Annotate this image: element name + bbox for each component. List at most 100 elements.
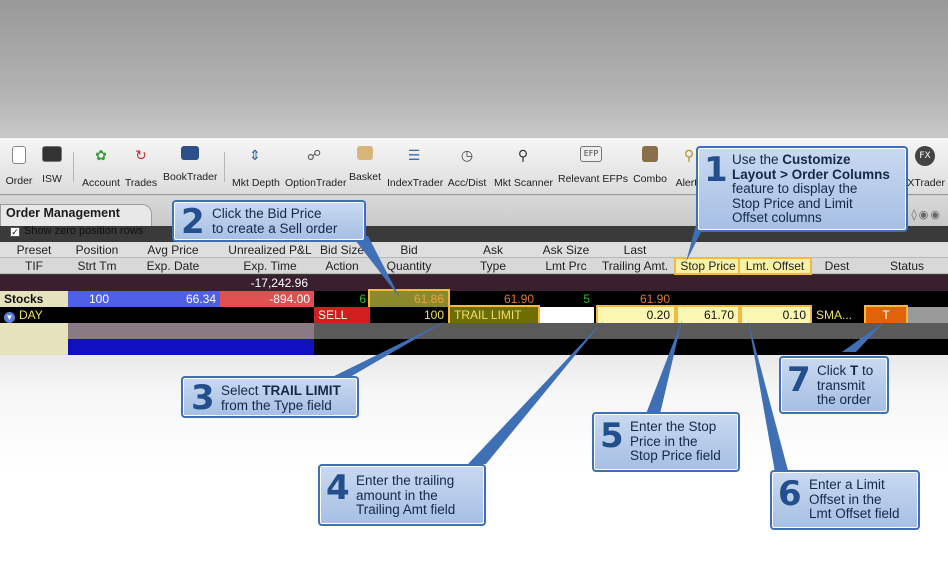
toolbar-separator <box>73 152 74 182</box>
callout-2-text: Click the Bid Price to create a Sell ord… <box>212 206 338 236</box>
toolbar-indextrader-button[interactable]: ☰ IndexTrader <box>387 142 443 192</box>
toolbar-mktscanner-button[interactable]: ⚲ Mkt Scanner <box>494 142 553 192</box>
order-type[interactable]: TRAIL LIMIT <box>448 305 540 325</box>
order-status-fill <box>908 307 948 323</box>
col-position[interactable]: Position <box>68 243 126 257</box>
toolbar-accdist-button[interactable]: ◷ Acc/Dist <box>446 142 488 192</box>
col-ask[interactable]: Ask <box>448 243 538 257</box>
col-action[interactable]: Action <box>312 259 372 273</box>
toolbar-booktrader-button[interactable]: BookTrader <box>163 142 217 192</box>
callout-1: 1 Use the Customize Layout > Order Colum… <box>696 146 908 232</box>
header-row-1: Preset Position Avg Price Unrealized P&L… <box>0 242 948 258</box>
callout-7-text: Click T to transmit the order <box>817 363 874 407</box>
empty-row-cell <box>68 323 314 339</box>
scanner-icon: ⚲ <box>517 148 529 164</box>
fx-icon: FX <box>915 146 935 166</box>
order-status-transmit[interactable]: T <box>864 305 908 325</box>
callout-3: 3 Select TRAIL LIMIT from the Type field <box>181 376 359 418</box>
col-bid-size[interactable]: Bid Size <box>312 243 372 257</box>
order-icon <box>12 146 26 164</box>
col-tif[interactable]: TIF <box>0 259 68 273</box>
toolbar-separator <box>224 152 225 182</box>
col-exp-time[interactable]: Exp. Time <box>216 259 324 273</box>
summary-unrealized: -17,242.96 <box>250 276 308 290</box>
stocks-avg-price: 66.34 <box>130 291 220 307</box>
toolbar-account-button[interactable]: ✿ Account <box>80 142 122 192</box>
empty-row-cell <box>68 339 314 355</box>
callout-7: 7 Click T to transmit the order <box>779 356 889 414</box>
option-icon: ☍ <box>306 148 322 164</box>
empty-row-cell <box>0 339 68 355</box>
stocks-ask[interactable]: 61.90 <box>452 291 538 307</box>
col-strt-tm[interactable]: Strt Tm <box>68 259 126 273</box>
empty-row-cell <box>314 339 948 355</box>
toolbar-combo-button[interactable]: Combo <box>632 142 668 192</box>
callout-1-text: Use the Customize Layout > Order Columns… <box>732 152 890 225</box>
basket-icon <box>357 146 373 160</box>
callout-6-text: Enter a Limit Offset in the Lmt Offset f… <box>809 477 900 521</box>
toolbar-basket-button[interactable]: Basket <box>348 142 382 192</box>
show-zero-rows-checkbox[interactable]: ✓ Show zero position rows <box>10 225 143 237</box>
stocks-bid[interactable]: 61.86 <box>368 289 450 309</box>
empty-row-cell <box>0 323 68 339</box>
col-stop-price[interactable]: Stop Price <box>674 257 742 275</box>
expand-icon[interactable]: ▼ <box>4 312 15 323</box>
col-unrealized[interactable]: Unrealized P&L <box>216 243 324 257</box>
col-bid[interactable]: Bid <box>370 243 448 257</box>
empty-row-cell <box>314 323 948 339</box>
order-tif[interactable]: ▼ DAY <box>0 307 68 323</box>
order-lmt-offset[interactable]: 0.10 <box>740 305 812 325</box>
depth-icon: ⇕ <box>249 148 261 164</box>
col-avg-price[interactable]: Avg Price <box>130 243 216 257</box>
col-lmt-offset[interactable]: Lmt. Offset <box>738 257 812 275</box>
col-type[interactable]: Type <box>448 259 538 273</box>
panel-title: Order Management <box>6 206 120 220</box>
toolbar-optiontrader-button[interactable]: ☍ OptionTrader <box>285 142 346 192</box>
account-icon: ✿ <box>95 148 107 164</box>
summary-row <box>0 275 948 291</box>
order-lmt-prc[interactable] <box>540 307 594 323</box>
efp-icon: EFP <box>580 146 602 162</box>
stocks-last: 61.90 <box>639 292 670 306</box>
callout-6: 6 Enter a Limit Offset in the Lmt Offset… <box>770 470 920 530</box>
col-lmt-prc[interactable]: Lmt Prc <box>538 259 594 273</box>
header-row-2: TIF Strt Tm Exp. Date Exp. Time Action Q… <box>0 257 948 275</box>
col-status[interactable]: Status <box>866 259 948 273</box>
order-stop-price[interactable]: 61.70 <box>676 305 740 325</box>
combo-icon <box>642 146 658 162</box>
stocks-unrealized: -894.00 <box>220 291 314 307</box>
stocks-bid-size: 6 <box>359 292 366 306</box>
col-preset[interactable]: Preset <box>0 243 68 257</box>
toolbar-isw-button[interactable]: ISW <box>38 142 66 192</box>
accdist-icon: ◷ <box>460 148 474 164</box>
toolbar-trades-button[interactable]: ↻ Trades <box>124 142 158 192</box>
index-icon: ☰ <box>407 148 421 164</box>
trades-icon: ↻ <box>135 148 147 164</box>
toolbar-mktdepth-button[interactable]: ⇕ Mkt Depth <box>232 142 280 192</box>
window-controls[interactable]: ◊◉◉ <box>911 208 942 221</box>
isw-icon <box>42 146 62 162</box>
col-last[interactable]: Last <box>596 243 674 257</box>
order-trailing-amt[interactable]: 0.20 <box>596 305 676 325</box>
callout-2: 2 Click the Bid Price to create a Sell o… <box>172 200 366 242</box>
col-ask-size[interactable]: Ask Size <box>538 243 594 257</box>
callout-5: 5 Enter the Stop Price in the Stop Price… <box>592 412 740 472</box>
col-exp-date[interactable]: Exp. Date <box>130 259 216 273</box>
callout-4-text: Enter the trailing amount in the Trailin… <box>356 473 456 517</box>
top-gray-area <box>0 0 948 138</box>
col-quantity[interactable]: Quantity <box>370 259 448 273</box>
toolbar-order-button[interactable]: Order <box>4 142 34 192</box>
order-action[interactable]: SELL <box>314 307 370 323</box>
toolbar-efp-button[interactable]: EFP Relevant EFPs <box>558 142 628 192</box>
stocks-label: Stocks <box>0 291 68 307</box>
toolbar-fxtrader-button[interactable]: FX FXTrader <box>901 142 945 192</box>
col-dest[interactable]: Dest <box>812 259 862 273</box>
stocks-ask-size: 5 <box>583 292 590 306</box>
col-trailing-amt[interactable]: Trailing Amt. <box>596 259 674 273</box>
checkbox-mark[interactable]: ✓ <box>10 227 20 237</box>
stocks-position: 100 <box>68 291 130 307</box>
callout-5-text: Enter the Stop Price in the Stop Price f… <box>630 419 721 463</box>
order-dest[interactable]: SMA... <box>812 307 862 323</box>
callout-3-text: Select TRAIL LIMIT from the Type field <box>221 383 341 413</box>
order-quantity[interactable]: 100 <box>370 307 448 323</box>
